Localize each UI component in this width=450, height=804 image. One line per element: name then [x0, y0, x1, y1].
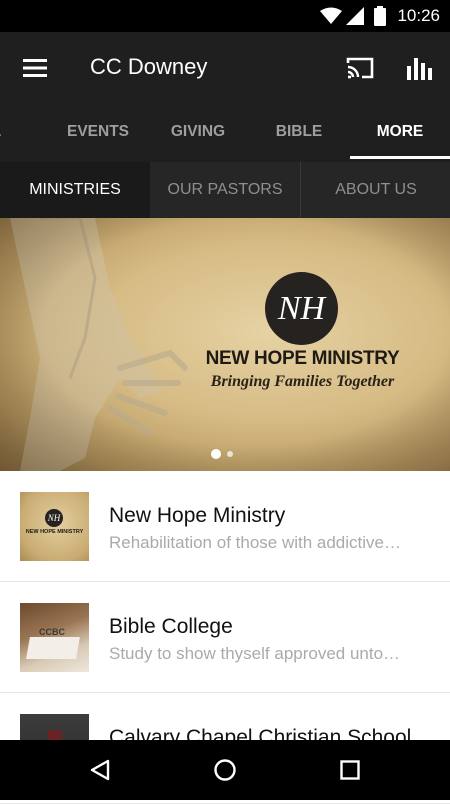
banner-title: NEW HOPE MINISTRY	[205, 348, 400, 369]
list-item-subtitle: Study to show thyself approved unto…	[109, 644, 401, 663]
subtab-ministries[interactable]: MINISTRIES	[0, 162, 150, 218]
thumbnail-new-hope: NH NEW HOPE MINISTRY	[20, 492, 89, 561]
thumb-book	[26, 637, 80, 659]
primary-tabs: DIA EVENTS GIVING BIBLE MORE	[0, 104, 450, 162]
banner-subtitle: Bringing Families Together	[210, 373, 395, 390]
subtab-our-pastors[interactable]: OUR PASTORS	[150, 162, 300, 218]
bar-chart-icon	[407, 58, 432, 80]
list-item-subtitle: Rehabilitation of those with addictive…	[109, 533, 401, 552]
recents-button[interactable]	[332, 752, 368, 788]
carousel-dot-active[interactable]	[211, 448, 221, 459]
sub-tabs: MINISTRIES OUR PASTORS ABOUT US	[0, 162, 450, 218]
tab-more[interactable]: MORE	[350, 104, 450, 162]
back-button[interactable]	[82, 752, 118, 788]
carousel-dot[interactable]	[227, 450, 233, 457]
tab-events[interactable]: EVENTS	[48, 104, 148, 162]
hamburger-icon	[23, 59, 47, 77]
wifi-icon	[320, 7, 342, 24]
menu-button[interactable]	[17, 50, 53, 86]
subtab-about-us[interactable]: ABOUT US	[300, 162, 450, 218]
cell-signal-icon	[346, 7, 364, 25]
battery-icon	[374, 6, 386, 26]
home-icon	[214, 759, 236, 781]
thumbnail-bible-college: CCBC	[20, 603, 89, 672]
status-time: 10:26	[397, 6, 440, 25]
app-title: CC Downey	[90, 54, 208, 79]
tab-giving[interactable]: GIVING	[148, 104, 248, 162]
thumb-caption: CCBC	[39, 627, 65, 637]
app-bar: CC Downey	[0, 32, 450, 104]
home-button[interactable]	[207, 752, 243, 788]
stats-button[interactable]	[402, 50, 438, 86]
status-bar: 10:26	[0, 0, 450, 32]
thumb-caption: NEW HOPE MINISTRY	[25, 529, 84, 535]
list-item[interactable]: NH NEW HOPE MINISTRY New Hope Ministry R…	[0, 471, 450, 582]
thumb-logo-icon: NH	[45, 509, 63, 527]
active-tab-indicator	[350, 156, 450, 159]
tab-media[interactable]: DIA	[0, 104, 38, 162]
list-item[interactable]: CCBC Bible College Study to show thyself…	[0, 582, 450, 693]
carousel-indicator	[211, 445, 239, 463]
back-icon	[90, 759, 110, 781]
ministry-logo: NH	[265, 272, 338, 345]
list-item-title: Bible College	[109, 615, 233, 638]
recents-icon	[340, 760, 360, 780]
cast-icon	[346, 57, 374, 79]
ministry-banner[interactable]: NH NEW HOPE MINISTRY Bringing Families T…	[0, 218, 450, 471]
tab-bible[interactable]: BIBLE	[249, 104, 349, 162]
hands-illustration	[0, 218, 450, 471]
list-item-title: New Hope Ministry	[109, 504, 286, 527]
system-nav-bar	[0, 740, 450, 800]
cast-button[interactable]	[342, 50, 378, 86]
